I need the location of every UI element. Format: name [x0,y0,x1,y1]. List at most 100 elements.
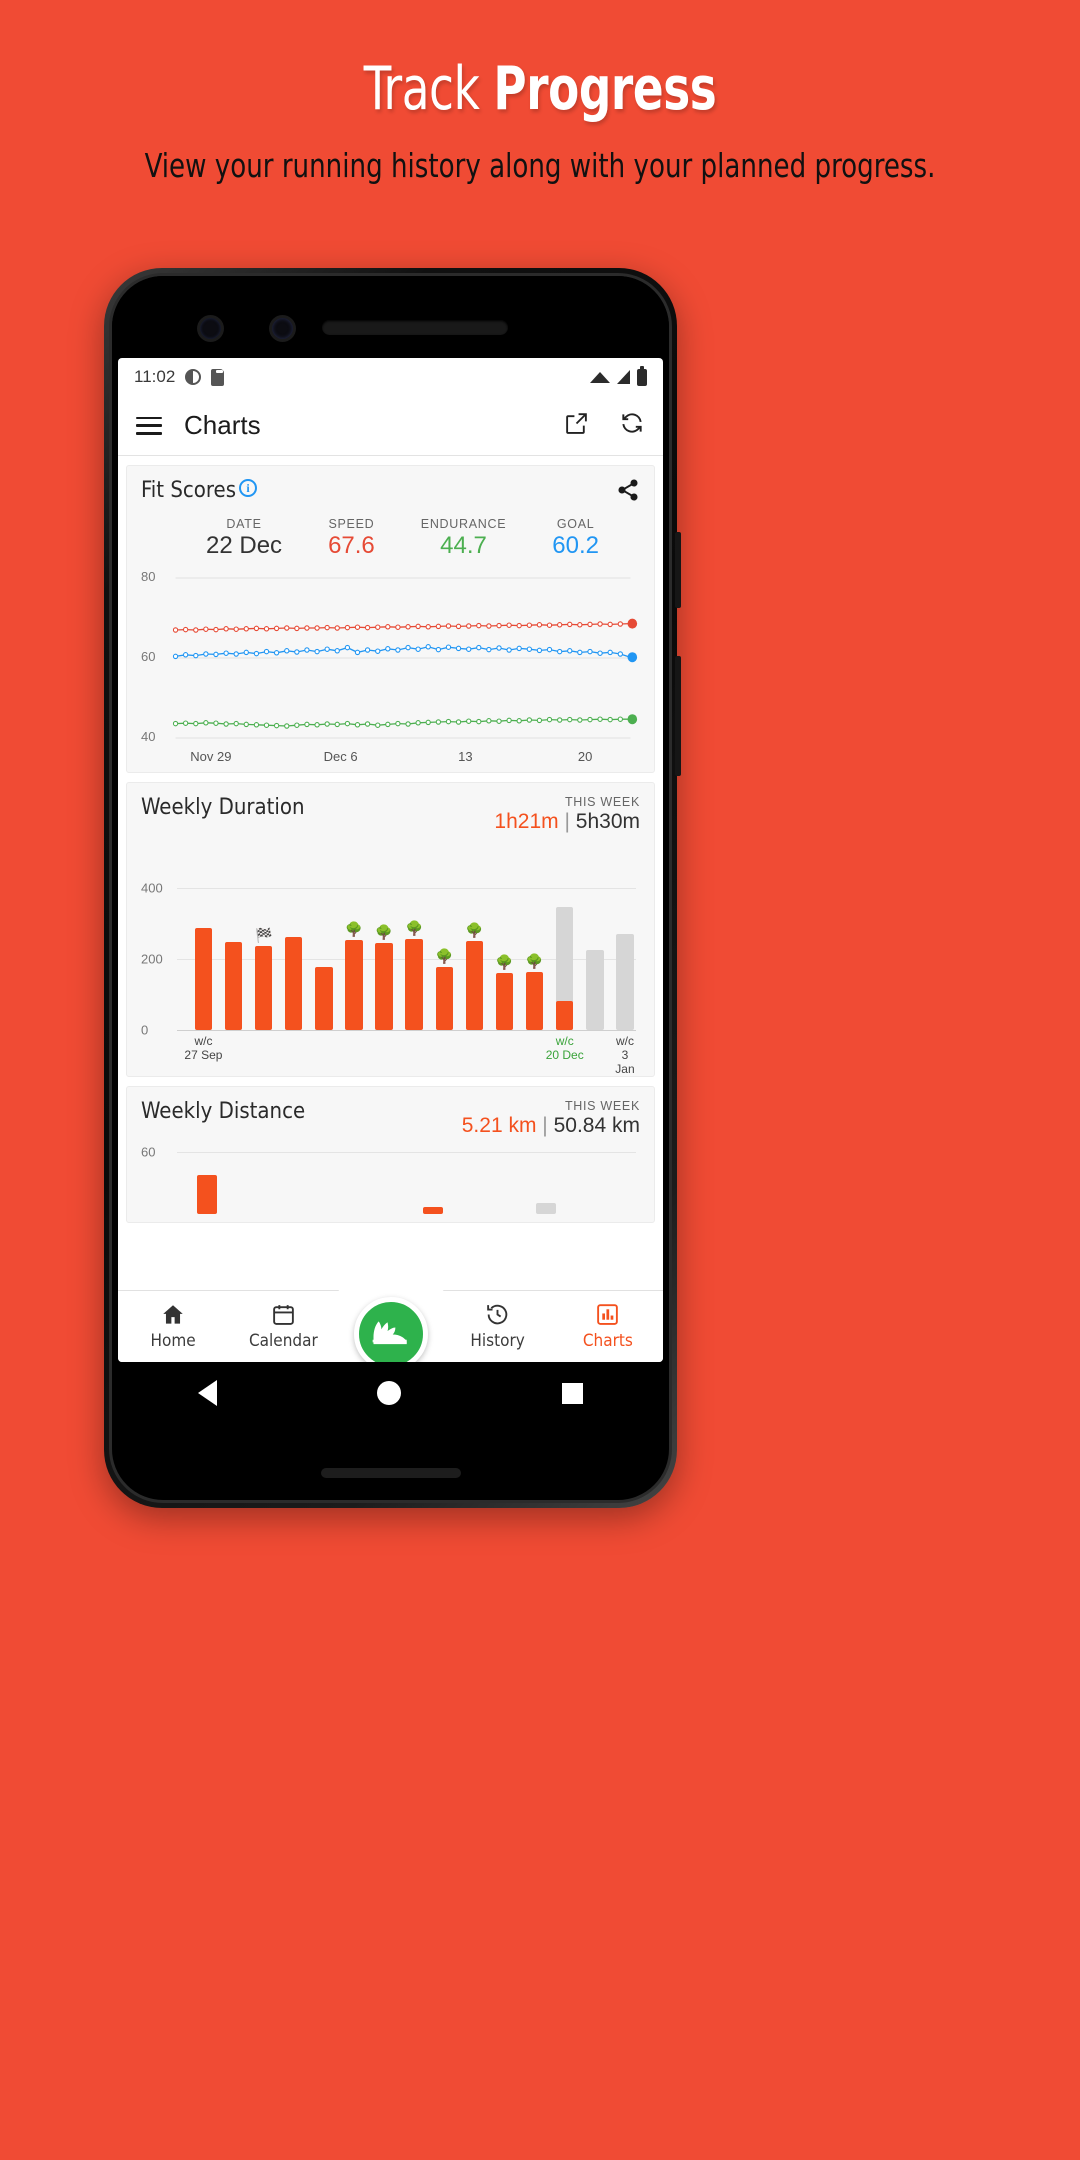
app-bar-title: Charts [184,410,261,440]
weekly-duration-total: 5h30m [575,810,640,833]
bar-chart-x-tick: w/c 27 Sep [184,1034,223,1062]
running-shoe-icon [370,1315,412,1352]
weekly-duration-this-week-label: THIS WEEK [564,795,640,809]
completed-bar[interactable] [423,1206,443,1214]
completed-bar[interactable] [495,973,514,1030]
bar-chart-x-tick: w/c 20 Dec [545,1034,584,1062]
completed-bar[interactable] [285,936,303,1030]
bar-chart-x-tick: w/c 3 Jan [615,1034,635,1076]
recents-square-icon[interactable] [561,1382,583,1404]
completed-bar[interactable] [405,938,423,1030]
tree-marker-icon: 🌳 [525,953,544,970]
nav-item-home[interactable]: Home [118,1302,228,1351]
stat-speed-label: SPEED [328,517,375,531]
tree-marker-icon: 🌳 [465,921,484,938]
promo-subtitle: View your running history along with you… [144,146,936,185]
fit-scores-line-chart[interactable]: 40 60 80 Nov 29 Dec 6 13 20 [141,564,640,764]
dnd-icon [185,369,202,385]
planned-bar[interactable] [536,1203,556,1214]
open-in-new-icon[interactable] [564,411,589,441]
signal-icon [617,370,630,384]
bar-chart-y-tick: 200 [141,951,163,967]
nav-item-charts[interactable]: Charts [553,1302,663,1351]
completed-bar[interactable] [197,1175,217,1214]
line-chart-x-tick: 13 [458,749,473,764]
battery-icon [637,365,647,386]
completed-bar[interactable] [375,942,393,1030]
weekly-duration-current: 1h21m [494,810,559,833]
fit-scores-stats: DATE 22 Dec SPEED 67.6 ENDURANCE 44.7 GO… [141,517,640,560]
stat-goal-label: GOAL [556,517,595,531]
line-chart-x-tick: 20 [577,749,593,764]
fit-scores-card: Fit Scores i DATE 22 Dec SPEED 67.6 ENDU… [126,465,655,773]
app-bar: Charts [118,396,663,456]
status-bar: 11:02 [118,358,663,396]
completed-bar[interactable] [194,927,213,1030]
weekly-duration-separator: | [564,810,570,833]
completed-bar[interactable] [315,967,333,1030]
stat-date-value: 22 Dec [206,532,283,559]
title-bold-part: Progress [493,54,717,124]
bar-chart-y-tick: 0 [141,1022,149,1038]
tree-marker-icon: 🌳 [405,919,423,936]
stat-goal: GOAL 60.2 [552,517,599,560]
weekly-distance-bar-chart[interactable]: 60 [141,1144,640,1214]
completed-bar[interactable] [435,966,454,1030]
weekly-distance-card: Weekly Distance THIS WEEK 5.21 km | 50.8… [126,1086,655,1223]
weekly-distance-current: 5.21 km [461,1114,537,1137]
completed-bar[interactable] [525,972,544,1030]
completed-bar[interactable] [224,941,243,1030]
nav-item-calendar-label: Calendar [248,1331,318,1351]
bar-chart-gridline [177,887,636,889]
weekly-duration-bar-chart[interactable]: 0 200 400 🏁 🌳 🌳 🌳 🌳 🌳 🌳 🌳 w/c 27 Sep w/c 20 Dec w/c 3 Ja… [141,840,640,1076]
nav-item-calendar[interactable]: Calendar [228,1302,338,1351]
stat-speed: SPEED 67.6 [328,517,375,560]
back-triangle-icon[interactable] [198,1380,218,1406]
tree-marker-icon: 🌳 [345,921,363,938]
tree-marker-icon: 🌳 [495,954,514,971]
nav-item-history[interactable]: History [443,1302,553,1351]
start-run-fab[interactable] [353,1296,428,1362]
bottom-navigation: Home Calendar History Charts [118,1273,663,1362]
completed-bar[interactable] [345,940,363,1030]
planned-bar[interactable] [586,950,604,1030]
phone-top-bezel [112,276,669,358]
weekly-duration-card: Weekly Duration THIS WEEK 1h21m | 5h30m … [126,782,655,1077]
sync-icon[interactable] [619,410,645,441]
weekly-distance-this-week-label: THIS WEEK [564,1099,640,1113]
page-title: Track Progress [86,54,993,124]
line-chart-x-tick: Nov 29 [190,749,232,764]
phone-mockup: 11:02 Charts Fit Scores i DATE 22 Dec SP… [104,268,681,1508]
sensor-icon [272,318,293,339]
planned-bar[interactable] [616,934,634,1030]
dist-chart-y-tick: 60 [141,1144,156,1160]
completed-bar[interactable] [556,1001,574,1030]
line-chart-y-tick: 80 [141,569,156,584]
info-icon[interactable]: i [239,479,258,497]
bottom-speaker [320,1468,461,1478]
history-icon [443,1302,553,1328]
weekly-duration-title: Weekly Duration [141,795,305,820]
checkered-flag-marker-icon: 🏁 [254,926,273,943]
nav-item-home-label: Home [150,1331,196,1351]
line-chart-y-tick: 40 [141,729,156,744]
status-bar-time: 11:02 [134,367,176,386]
home-icon [118,1302,228,1328]
hamburger-icon[interactable] [136,416,162,435]
stat-date: DATE 22 Dec [206,517,282,560]
charts-scroll-content[interactable]: Fit Scores i DATE 22 Dec SPEED 67.6 ENDU… [118,456,663,1290]
weekly-distance-total: 50.84 km [553,1114,640,1137]
share-icon[interactable] [616,478,640,507]
nav-item-history-label: History [470,1331,525,1351]
stat-speed-value: 67.6 [328,532,375,559]
home-circle-icon[interactable] [377,1381,402,1405]
calendar-icon [228,1302,338,1328]
wifi-icon [590,371,610,383]
fit-scores-title: Fit Scores i [141,478,258,503]
completed-bar[interactable] [254,945,273,1030]
fab-notch [331,1273,450,1299]
stat-date-label: DATE [226,517,262,531]
bar-chart-y-tick: 400 [141,880,163,896]
completed-bar[interactable] [465,940,484,1030]
front-camera-icon [200,318,221,339]
